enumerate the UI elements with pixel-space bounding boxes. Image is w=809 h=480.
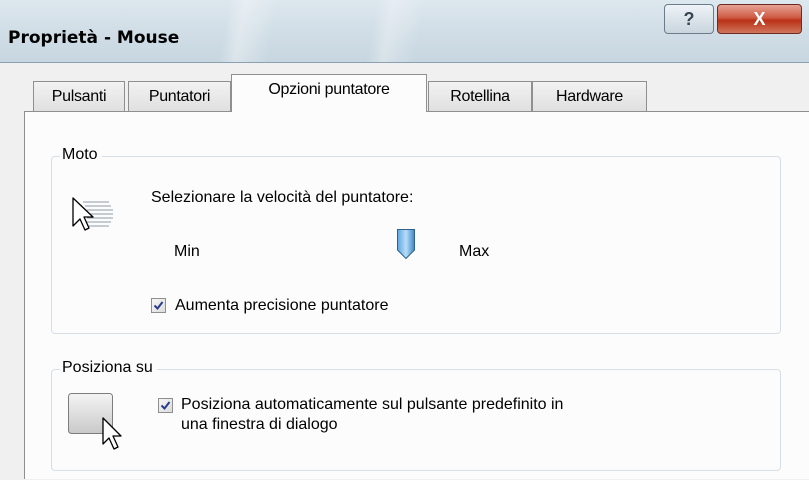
snap-to-group-label: Posiziona su: [60, 359, 157, 377]
tab-pulsanti[interactable]: Pulsanti: [33, 81, 125, 111]
snap-to-label-line2[interactable]: una finestra di dialogo: [181, 416, 338, 434]
close-button[interactable]: X: [717, 4, 802, 34]
help-button[interactable]: ?: [664, 4, 714, 34]
tab-label: Hardware: [556, 87, 623, 105]
help-icon: ?: [683, 8, 695, 29]
motion-group-label: Moto: [60, 146, 102, 164]
min-label: Min: [174, 243, 200, 260]
snap-to-button-icon: [68, 393, 122, 450]
tab-label: Rotellina: [450, 87, 510, 105]
max-label: Max: [459, 243, 490, 260]
precision-label[interactable]: Aumenta precisione puntatore: [175, 297, 388, 315]
window-title: Proprietà - Mouse: [8, 28, 180, 48]
pointer-speed-icon: [72, 197, 113, 231]
checkmark-icon: [160, 401, 171, 411]
precision-checkbox[interactable]: [151, 298, 166, 313]
tab-puntatori[interactable]: Puntatori: [128, 81, 231, 111]
title-bar: Proprietà - Mouse ? X: [0, 0, 809, 62]
tab-rotellina[interactable]: Rotellina: [428, 81, 532, 111]
tab-panel: Moto Selezionare la velocità del puntato…: [24, 111, 809, 479]
speed-slider-thumb[interactable]: [396, 228, 416, 260]
close-icon: X: [753, 8, 766, 29]
snap-to-checkbox[interactable]: [158, 398, 173, 413]
tab-label: Opzioni puntatore: [268, 81, 390, 98]
speed-label: Selezionare la velocità del puntatore:: [151, 189, 414, 206]
checkmark-icon: [153, 301, 164, 311]
snap-to-label-line1[interactable]: Posiziona automaticamente sul pulsante p…: [181, 396, 563, 414]
tab-hardware[interactable]: Hardware: [532, 81, 647, 111]
snap-to-group: Posiziona su: [51, 359, 781, 471]
tab-label: Pulsanti: [51, 87, 107, 105]
tab-opzioni-puntatore[interactable]: Opzioni puntatore: [231, 74, 427, 112]
tab-label: Puntatori: [148, 87, 211, 105]
